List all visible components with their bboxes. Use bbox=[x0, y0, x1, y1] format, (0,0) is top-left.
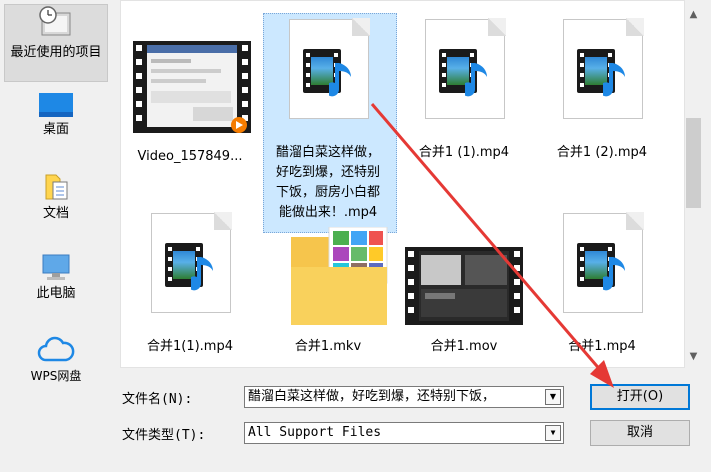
sidebar-item-documents[interactable]: 文档 bbox=[4, 172, 108, 222]
file-name-line: 醋溜白菜这样做， bbox=[275, 145, 380, 160]
file-item[interactable]: 合并1 (2).mp4 bbox=[537, 13, 667, 173]
sidebar-item-wps-cloud[interactable]: WPS网盘 bbox=[4, 336, 108, 385]
media-file-icon bbox=[563, 18, 644, 119]
open-button[interactable]: 打开(O) bbox=[590, 384, 690, 410]
media-file-icon bbox=[289, 18, 370, 119]
folder-images-icon bbox=[291, 227, 388, 325]
sidebar-item-label: 此电脑 bbox=[36, 286, 76, 301]
file-name-line: 下饭，厨房小白都 bbox=[275, 185, 380, 200]
file-item[interactable]: 合并1.mov bbox=[399, 247, 529, 357]
filetype-label: 文件类型(T): bbox=[122, 428, 206, 443]
file-item[interactable]: Video_157849... bbox=[125, 35, 255, 175]
sidebar-item-label: 桌面 bbox=[42, 122, 69, 137]
file-name: 合并1.mp4 bbox=[568, 339, 636, 354]
filetype-value: All Support Files bbox=[248, 425, 382, 440]
chevron-down-icon[interactable]: ▼ bbox=[545, 425, 561, 441]
cancel-button[interactable]: 取消 bbox=[590, 420, 690, 446]
video-thumbnail-icon bbox=[405, 247, 523, 325]
media-file-icon bbox=[151, 212, 232, 313]
sidebar-item-this-pc[interactable]: 此电脑 bbox=[4, 252, 108, 302]
documents-icon bbox=[45, 174, 68, 200]
navigation-pane: 最近使用的项目 桌面 文档 此电脑 WPS网盘 bbox=[0, 0, 112, 383]
chevron-down-icon[interactable]: ▼ bbox=[545, 389, 561, 405]
vertical-scrollbar[interactable]: ▲ ▼ bbox=[685, 0, 702, 368]
file-name-line: 好吃到爆，还特别 bbox=[275, 165, 380, 180]
sidebar-item-label: WPS网盘 bbox=[30, 369, 82, 383]
filename-label: 文件名(N): bbox=[122, 392, 193, 407]
file-name: Video_157849... bbox=[137, 149, 243, 164]
file-item-selected[interactable]: 醋溜白菜这样做， 好吃到爆，还特别 下饭，厨房小白都 能做出来！.mp4 bbox=[263, 13, 397, 233]
sidebar-item-label: 文档 bbox=[42, 206, 69, 221]
desktop-icon bbox=[39, 93, 73, 117]
filename-input[interactable]: 醋溜白菜这样做，好吃到爆，还特别下饭， bbox=[248, 389, 495, 404]
file-name: 合并1.mov bbox=[430, 339, 498, 354]
file-name: 合并1.mkv bbox=[294, 339, 362, 354]
file-name-line: 能做出来！.mp4 bbox=[278, 205, 378, 220]
wps-cloud-icon bbox=[37, 336, 75, 362]
file-name: 合并1 (1).mp4 bbox=[418, 145, 510, 160]
file-item[interactable]: 合并1.mkv bbox=[263, 227, 393, 357]
video-thumbnail-icon bbox=[133, 41, 251, 133]
this-pc-icon bbox=[42, 254, 70, 280]
scroll-down-icon[interactable]: ▼ bbox=[685, 348, 702, 365]
scrollbar-thumb[interactable] bbox=[686, 118, 701, 208]
sidebar-item-recent[interactable]: 最近使用的项目 bbox=[4, 4, 108, 82]
recent-items-icon bbox=[39, 6, 71, 36]
media-file-icon bbox=[425, 18, 506, 119]
file-item[interactable]: 合并1(1).mp4 bbox=[125, 207, 255, 357]
file-name: 合并1 (2).mp4 bbox=[556, 145, 648, 160]
filename-combobox[interactable]: 醋溜白菜这样做，好吃到爆，还特别下饭， ▼ bbox=[244, 386, 564, 408]
scroll-up-icon[interactable]: ▲ bbox=[685, 6, 702, 23]
file-list[interactable]: Video_157849... 醋溜白菜这样做， 好吃到爆，还特别 下饭，厨房小… bbox=[120, 0, 685, 368]
file-item[interactable]: 合并1 (1).mp4 bbox=[399, 13, 529, 173]
filetype-select[interactable]: All Support Files ▼ bbox=[244, 422, 564, 444]
sidebar-item-desktop[interactable]: 桌面 bbox=[4, 92, 108, 138]
sidebar-item-label: 最近使用的项目 bbox=[10, 45, 102, 60]
media-file-icon bbox=[563, 212, 644, 313]
file-name: 合并1(1).mp4 bbox=[146, 339, 233, 354]
file-item[interactable]: 合并1.mp4 bbox=[537, 207, 667, 357]
